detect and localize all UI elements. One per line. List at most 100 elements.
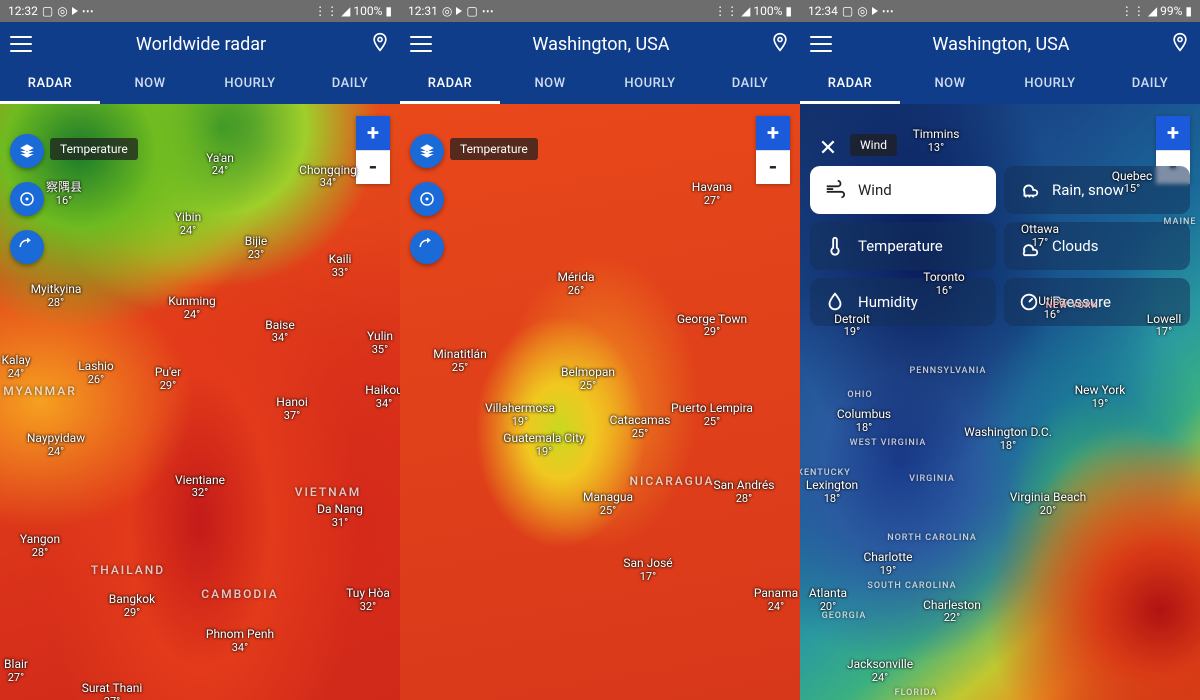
screen-3: 12:34 ▢ ◎ ⋮⋮ ◢ 99% ▮ Washington, USA RAD…	[800, 0, 1200, 700]
menu-button[interactable]	[10, 36, 32, 52]
city-label: Detroit19°	[834, 313, 870, 339]
status-play-icon	[456, 7, 462, 15]
layer-option-rain[interactable]: Rain, snow	[1004, 166, 1190, 214]
status-play-icon	[872, 7, 878, 15]
tab-hourly[interactable]: HOURLY	[200, 66, 300, 104]
tab-daily[interactable]: DAILY	[700, 66, 800, 104]
city-label: Kunming24°	[168, 295, 215, 321]
refresh-button[interactable]	[10, 230, 44, 264]
city-label: Tuy Hòa32°	[346, 587, 390, 613]
status-battery-icon: ▮	[785, 4, 792, 18]
layer-option-label: Wind	[858, 181, 892, 199]
zoom-controls: + -	[356, 116, 390, 184]
location-button[interactable]	[770, 30, 790, 58]
city-label: Charlotte19°	[864, 551, 913, 577]
radar-map[interactable]: + - ✕ Wind Wind Rain, snow Temperature C…	[800, 104, 1200, 700]
app-header: Worldwide radar	[0, 22, 400, 66]
status-signal-icon: ◢	[741, 4, 750, 18]
page-title: Washington, USA	[432, 34, 770, 55]
zoom-in-button[interactable]: +	[1156, 116, 1190, 150]
city-label: Kaili33°	[329, 253, 352, 279]
menu-button[interactable]	[810, 36, 832, 52]
city-label: Bijie23°	[245, 235, 268, 261]
my-location-button[interactable]	[10, 182, 44, 216]
status-image-icon: ▢	[466, 4, 477, 18]
city-label: Vientiane32°	[175, 474, 225, 500]
active-layer-badge[interactable]: Temperature	[450, 138, 538, 160]
location-button[interactable]	[1170, 30, 1190, 58]
menu-button[interactable]	[410, 36, 432, 52]
radar-map[interactable]: + - Temperature Havana27°Mérida26°George…	[400, 104, 800, 700]
region-label: NICARAGUA	[630, 474, 715, 488]
tab-daily[interactable]: DAILY	[1100, 66, 1200, 104]
tab-now[interactable]: NOW	[100, 66, 200, 104]
city-label: Haikou34°	[365, 384, 400, 410]
status-cloud-icon: ◎	[442, 4, 452, 18]
city-label: Guatemala City19°	[503, 432, 584, 458]
status-battery-pct: 100%	[353, 4, 382, 18]
layers-button[interactable]	[10, 134, 44, 168]
zoom-in-button[interactable]: +	[756, 116, 790, 150]
close-layers-button[interactable]: ✕	[814, 134, 842, 162]
active-layer-badge: Wind	[850, 134, 897, 156]
region-label: PENNSYLVANIA	[909, 366, 986, 376]
tab-now[interactable]: NOW	[500, 66, 600, 104]
city-label: Lowell17°	[1147, 313, 1182, 339]
status-cloud-icon: ◎	[857, 4, 867, 18]
region-label: FLORIDA	[895, 688, 938, 698]
status-more-icon	[82, 4, 94, 18]
tab-now[interactable]: NOW	[900, 66, 1000, 104]
status-signal-icon: ◢	[1148, 4, 1157, 18]
region-label: CAMBODIA	[201, 587, 278, 601]
status-battery-icon: ▮	[1185, 4, 1192, 18]
city-label: New York19°	[1075, 384, 1126, 410]
my-location-button[interactable]	[410, 182, 444, 216]
zoom-out-button[interactable]: -	[356, 150, 390, 184]
status-play-icon	[72, 7, 78, 15]
status-more-icon	[882, 4, 894, 18]
tab-hourly[interactable]: HOURLY	[600, 66, 700, 104]
city-label: Ya'an24°	[206, 152, 234, 178]
city-label: Catacamas25°	[610, 414, 671, 440]
refresh-button[interactable]	[410, 230, 444, 264]
region-label: MAINE	[1164, 217, 1197, 227]
layer-option-temperature[interactable]: Temperature	[810, 222, 996, 270]
tab-hourly[interactable]: HOURLY	[1000, 66, 1100, 104]
city-label: Timmins13°	[913, 128, 960, 154]
status-more-icon	[482, 4, 494, 18]
app-header: Washington, USA	[800, 22, 1200, 66]
status-clock: 12:31	[408, 4, 438, 18]
city-label: Chongqing34°	[299, 164, 357, 190]
city-label: Washington D.C.18°	[964, 426, 1052, 452]
tab-radar[interactable]: RADAR	[0, 66, 100, 104]
city-label: Blair27°	[4, 658, 28, 684]
status-bar: 12:31 ◎ ▢ ⋮⋮ ◢ 100% ▮	[400, 0, 800, 22]
location-button[interactable]	[370, 30, 390, 58]
city-label: Hanoi37°	[276, 396, 307, 422]
city-label: Naypyidaw24°	[27, 432, 85, 458]
city-label: Lexington18°	[806, 479, 858, 505]
region-label: VIRGINIA	[909, 474, 955, 484]
map-controls	[10, 134, 44, 264]
tab-daily[interactable]: DAILY	[300, 66, 400, 104]
layer-option-label: Temperature	[858, 237, 943, 255]
radar-map[interactable]: + - Temperature 察隅县16° Ya'an24° Chongqing3…	[0, 104, 400, 700]
layer-option-wind[interactable]: Wind	[810, 166, 996, 214]
region-label: NORTH CAROLINA	[887, 533, 977, 543]
city-label: Toronto16°	[923, 271, 965, 297]
city-label: Mérida26°	[557, 271, 594, 297]
tab-radar[interactable]: RADAR	[800, 66, 900, 104]
active-layer-badge[interactable]: Temperature	[50, 138, 138, 160]
city-label: Pu'er29°	[155, 366, 181, 392]
city-label: Yangon28°	[20, 533, 60, 559]
city-label: Da Nang31°	[317, 503, 363, 529]
status-signal-icon: ◢	[341, 4, 350, 18]
city-label: Havana27°	[692, 181, 732, 207]
city-label: Bangkok29°	[109, 593, 155, 619]
zoom-out-button[interactable]: -	[756, 150, 790, 184]
zoom-in-button[interactable]: +	[356, 116, 390, 150]
tab-radar[interactable]: RADAR	[400, 66, 500, 104]
screen-1: 12:32 ▢ ◎ ⋮⋮ ◢ 100% ▮ Worldwide radar RA…	[0, 0, 400, 700]
layers-button[interactable]	[410, 134, 444, 168]
city-label: 察隅县16°	[46, 181, 82, 207]
